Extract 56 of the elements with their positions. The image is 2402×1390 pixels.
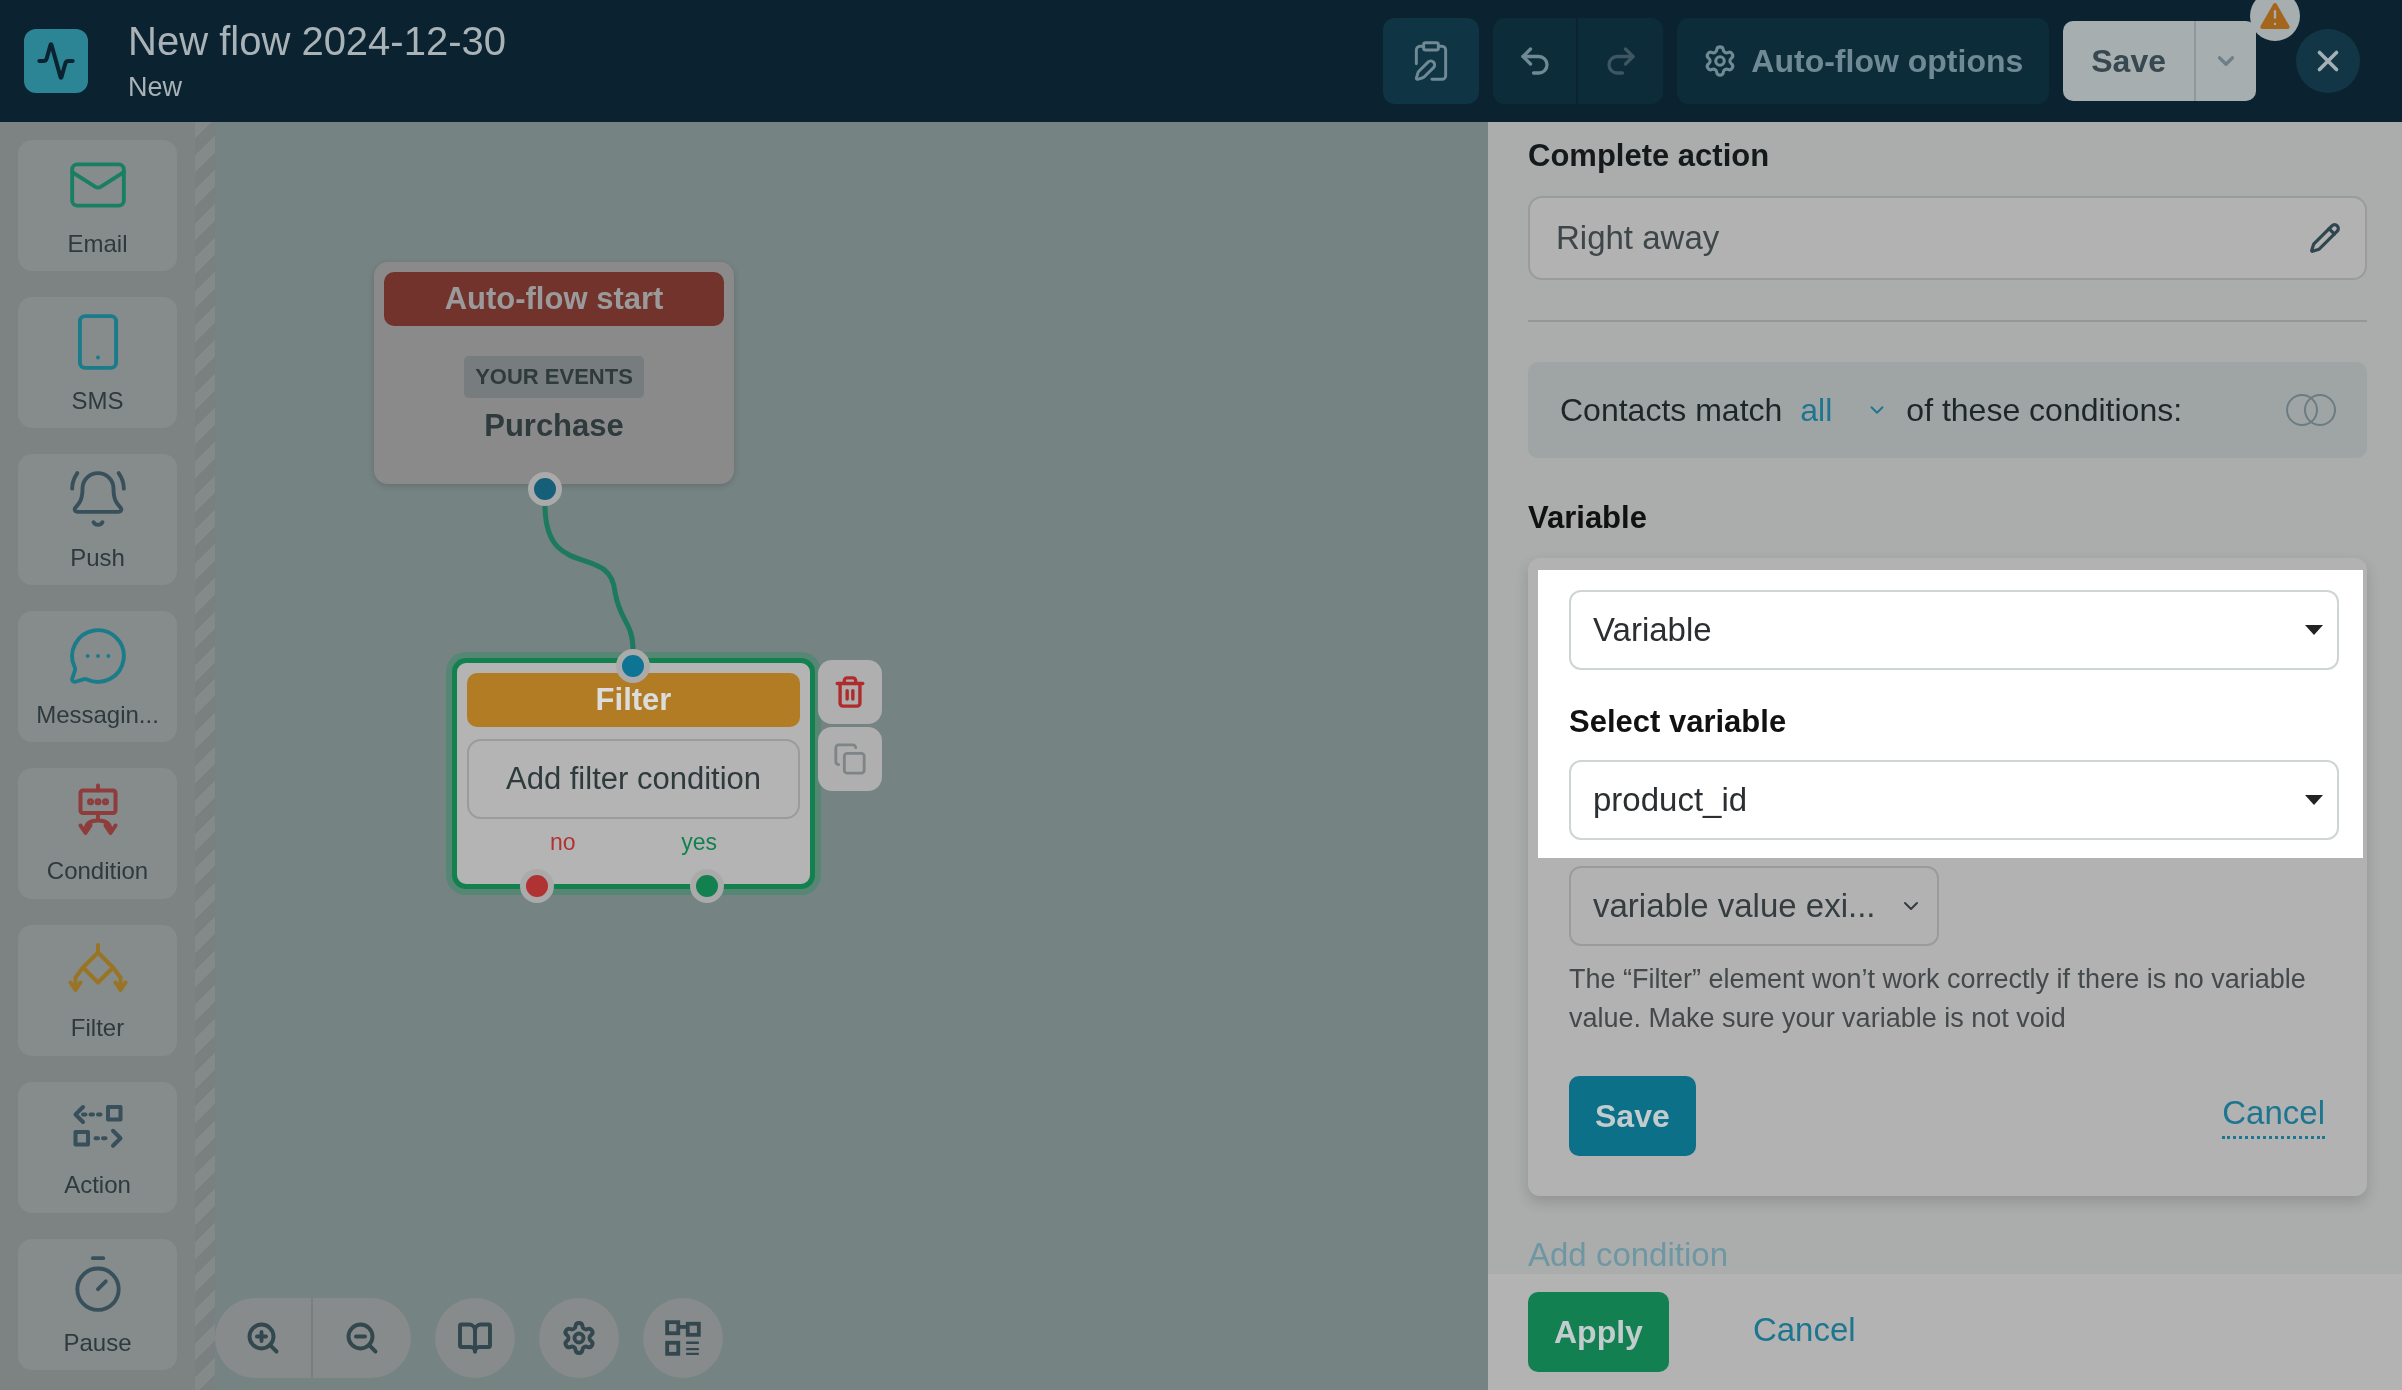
output-port[interactable] xyxy=(528,472,562,506)
apply-button[interactable]: Apply xyxy=(1528,1292,1669,1373)
section-heading: Complete action xyxy=(1528,138,1771,174)
element-tool[interactable]: SMS xyxy=(18,297,177,428)
cancel-link[interactable]: Cancel xyxy=(2222,1093,2325,1139)
layout-icon xyxy=(664,1319,702,1357)
help-text: The “Filter” element won’t work correctly if there is no variable value. Make sure your variable is not void xyxy=(1569,963,2307,1036)
add-filter-condition-button[interactable]: Add filter condition xyxy=(467,739,800,819)
event-tag: YOUR EVENTS xyxy=(464,356,644,398)
filter-node[interactable]: Filter Add filter condition no yes xyxy=(452,658,815,889)
match-mode-dropdown[interactable]: all xyxy=(1800,391,1889,429)
save-button[interactable]: Save xyxy=(2063,21,2196,101)
timing-field[interactable]: Right away xyxy=(1528,196,2367,280)
copy-icon xyxy=(833,742,867,776)
edit-icon xyxy=(2309,222,2341,254)
caret-icon xyxy=(2305,625,2323,635)
delete-button[interactable] xyxy=(818,660,882,724)
branch-port[interactable] xyxy=(520,869,554,903)
overlapping-circles-icon[interactable] xyxy=(2285,393,2337,427)
operator-select[interactable]: variable value exi... xyxy=(1569,866,1939,946)
element-tool[interactable]: Messagin... xyxy=(18,611,177,742)
element-tool[interactable]: Filter xyxy=(18,925,177,1056)
book-icon xyxy=(457,1320,493,1356)
cancel-link[interactable]: Cancel xyxy=(1752,1311,1856,1354)
branch-port[interactable] xyxy=(690,869,724,903)
type-select[interactable]: Variable xyxy=(1569,590,2339,670)
element-tool[interactable]: Action xyxy=(18,1082,177,1213)
clipboard-button[interactable] xyxy=(1383,18,1480,104)
save-button[interactable]: Save xyxy=(1569,1076,1696,1157)
node-title: Filter xyxy=(467,673,800,727)
flow-title: New flow 2024-12-30 xyxy=(128,19,507,64)
app-logo[interactable] xyxy=(24,29,88,93)
zoom-in-icon xyxy=(245,1320,281,1356)
match-label: Contacts match xyxy=(1560,391,1783,429)
section-heading: Variable xyxy=(1528,500,1648,536)
field-label: Select variable xyxy=(1569,704,1788,740)
element-tool[interactable]: Condition xyxy=(18,768,177,899)
branch-label: yes xyxy=(681,829,718,856)
settings-icon xyxy=(561,1320,597,1356)
pulse-icon xyxy=(36,41,76,81)
zoom-out-icon xyxy=(344,1320,380,1356)
element-tool[interactable]: Pause xyxy=(18,1239,177,1370)
event-name: Purchase xyxy=(484,408,624,444)
start-node[interactable]: Auto-flow start YOUR EVENTS Purchase xyxy=(374,262,734,484)
element-tool[interactable]: Push xyxy=(18,454,177,585)
duplicate-button[interactable] xyxy=(818,727,882,791)
match-label: of these conditions: xyxy=(1906,391,2184,429)
flow-status: New xyxy=(128,72,183,103)
node-title: Auto-flow start xyxy=(384,272,724,326)
element-tool[interactable]: Email xyxy=(18,140,177,271)
variable-name-select[interactable]: product_id xyxy=(1569,760,2339,840)
trash-icon xyxy=(833,675,867,709)
input-port[interactable] xyxy=(616,649,650,683)
caret-icon xyxy=(2305,795,2323,805)
auto-flow-options-button[interactable]: Auto-flow options xyxy=(1677,18,2050,104)
branch-label: no xyxy=(549,829,576,856)
